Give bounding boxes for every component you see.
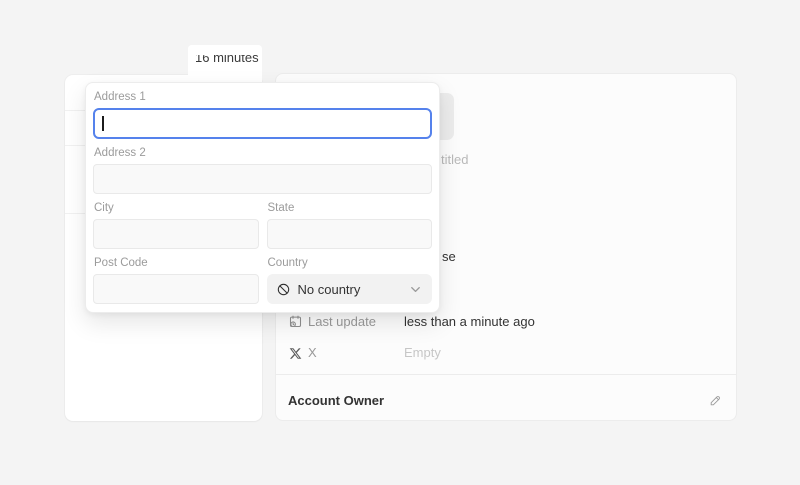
field-label-last-update: Last update: [308, 314, 376, 330]
address2-label: Address 2: [94, 147, 431, 159]
edit-account-owner-button[interactable]: [704, 389, 726, 411]
post-code-input[interactable]: [93, 274, 259, 304]
panel-divider: [276, 374, 736, 375]
section-title-account-owner: Account Owner: [288, 393, 384, 408]
country-label: Country: [268, 257, 432, 269]
text-caret: [102, 116, 104, 131]
address1-input[interactable]: [93, 108, 432, 139]
address2-input[interactable]: [93, 164, 432, 194]
x-logo-icon: [288, 346, 303, 361]
state-input[interactable]: [267, 219, 433, 249]
page: 16 minutes titled se Last update less th…: [0, 0, 800, 485]
record-title-fragment: titled: [441, 152, 468, 168]
country-select[interactable]: No country: [267, 274, 433, 304]
field-value-last-update[interactable]: less than a minute ago: [404, 314, 535, 330]
state-label: State: [268, 202, 432, 214]
field-label-x: X: [308, 345, 317, 361]
address-edit-popup: Address 1 Address 2 City State Post Code: [85, 82, 440, 313]
last-update-table-cell: 16 minutes: [188, 45, 262, 82]
post-code-label: Post Code: [94, 257, 258, 269]
city-label: City: [94, 202, 258, 214]
pencil-icon: [709, 394, 722, 407]
chevron-down-icon: [408, 282, 423, 297]
field-value-fragment: se: [442, 249, 456, 265]
country-selected-value: No country: [298, 282, 361, 297]
address1-label: Address 1: [94, 91, 431, 103]
ban-icon: [276, 282, 291, 297]
field-value-x[interactable]: Empty: [404, 345, 441, 361]
cell-clip-mask: [188, 45, 262, 55]
city-input[interactable]: [93, 219, 259, 249]
calendar-clock-icon: [288, 314, 303, 329]
